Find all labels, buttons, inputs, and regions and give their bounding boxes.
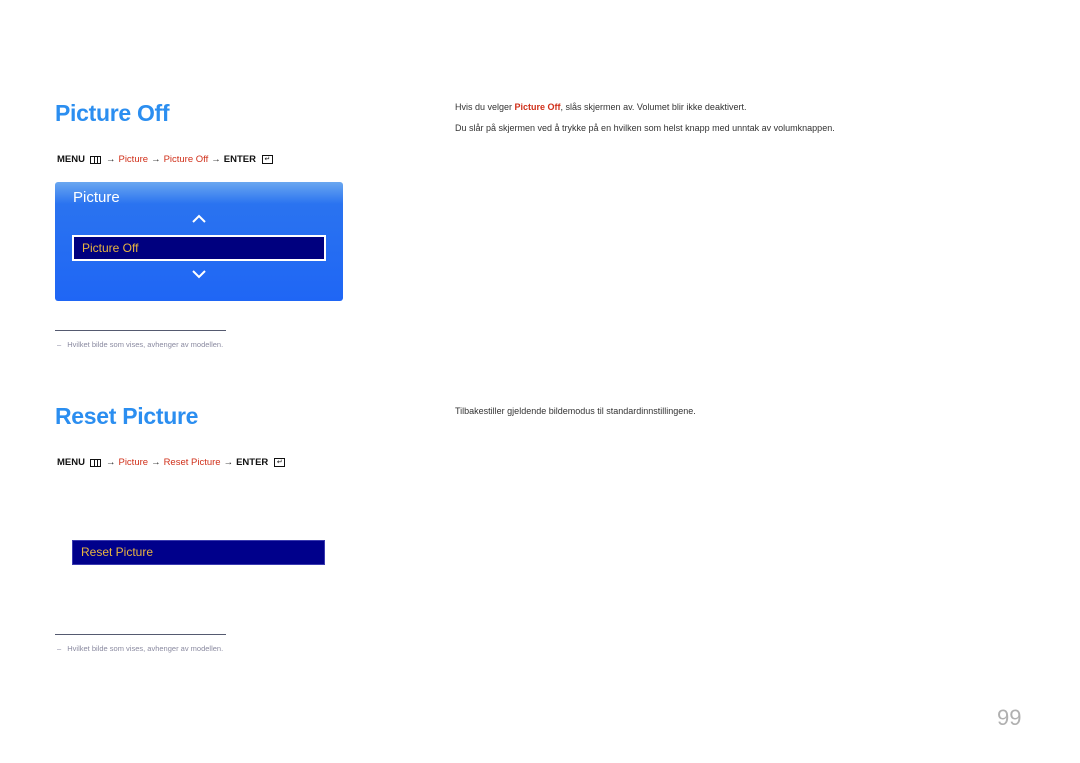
- arrow: →: [151, 457, 161, 468]
- footnote-divider: [55, 634, 226, 635]
- footnote-divider: [55, 330, 226, 331]
- menu-path-reset-picture: MENU → Picture → Reset Picture → ENTER ↵: [57, 457, 286, 468]
- osd-reset-picture-item[interactable]: Reset Picture: [72, 540, 325, 565]
- description-line-2: Du slår på skjermen ved å trykke på en h…: [455, 123, 835, 133]
- footnote-dash: –: [57, 644, 62, 653]
- arrow: →: [151, 154, 161, 165]
- menu-label: MENU: [57, 154, 85, 165]
- arrow: →: [211, 154, 221, 165]
- osd-selected-item[interactable]: Picture Off: [72, 235, 326, 261]
- text: , slås skjermen av. Volumet blir ikke de…: [560, 102, 747, 112]
- footnote-text: Hvilket bilde som vises, avhenger av mod…: [67, 644, 224, 653]
- footnote-text: Hvilket bilde som vises, avhenger av mod…: [67, 340, 224, 349]
- path-step-picture: Picture: [118, 154, 149, 165]
- section-title-picture-off: Picture Off: [55, 100, 170, 126]
- section-title-reset-picture: Reset Picture: [55, 403, 199, 429]
- chevron-down-icon[interactable]: [55, 268, 343, 282]
- enter-icon: ↵: [274, 458, 286, 467]
- description-line-1: Hvis du velger Picture Off, slås skjerme…: [455, 102, 746, 112]
- page-number: 99: [997, 705, 1022, 730]
- enter-label: ENTER: [223, 154, 256, 165]
- description-reset-picture: Tilbakestiller gjeldende bildemodus til …: [455, 406, 696, 416]
- osd-menu-picture: Picture Picture Off: [55, 182, 343, 301]
- footnote: – Hvilket bilde som vises, avhenger av m…: [57, 340, 223, 349]
- path-step-reset-picture: Reset Picture: [163, 457, 221, 468]
- arrow: →: [105, 154, 116, 165]
- path-step-picture: Picture: [118, 457, 149, 468]
- menu-label: MENU: [57, 457, 85, 468]
- text: Hvis du velger: [455, 102, 515, 112]
- footnote-dash: –: [57, 340, 62, 349]
- enter-label: ENTER: [236, 457, 269, 468]
- enter-icon: ↵: [261, 155, 273, 164]
- menu-icon: [89, 458, 101, 467]
- footnote: – Hvilket bilde som vises, avhenger av m…: [57, 644, 223, 653]
- arrow: →: [105, 457, 116, 468]
- menu-icon: [89, 155, 101, 164]
- arrow: →: [223, 457, 234, 468]
- chevron-up-icon[interactable]: [55, 212, 343, 226]
- highlight-picture-off: Picture Off: [514, 102, 561, 112]
- menu-path-picture-off: MENU → Picture → Picture Off → ENTER ↵: [57, 154, 273, 165]
- path-step-picture-off: Picture Off: [163, 154, 209, 165]
- osd-title: Picture: [73, 189, 120, 206]
